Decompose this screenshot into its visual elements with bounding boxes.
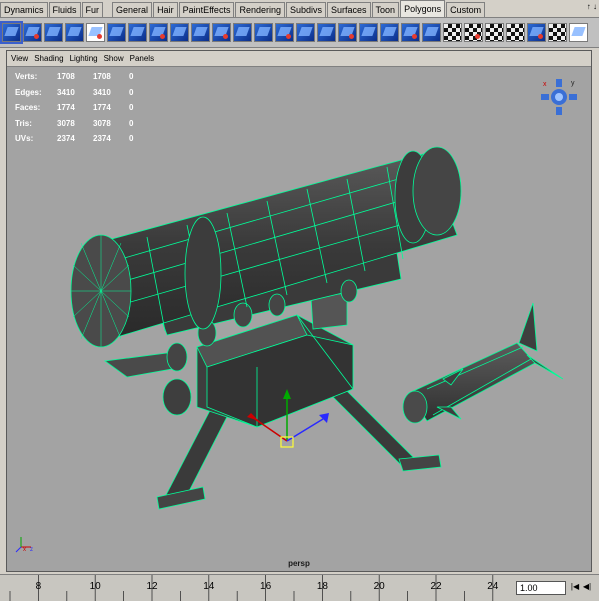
icon-glyph [193,27,208,36]
launch-tube [70,146,462,348]
svg-text:x: x [543,81,547,88]
panel-menu-lighting[interactable]: Lighting [70,54,98,63]
shelf-tab-surfaces[interactable]: Surfaces [327,2,371,17]
time-tick-label: 16 [260,581,272,592]
combine-icon[interactable] [296,23,315,42]
icon-accent [223,34,228,39]
panel-menu-view[interactable]: View [11,54,28,63]
shelf-tab-toon[interactable]: Toon [371,2,400,17]
current-frame-field[interactable]: 1.00 [516,581,566,595]
svg-text:z: z [30,547,33,553]
icon-glyph [298,27,313,36]
split-icon[interactable] [149,23,168,42]
separate-icon[interactable] [317,23,336,42]
uv-editor-icon[interactable] [506,23,525,42]
time-tick-label: 24 [487,581,499,592]
shelf-tab-painteffects[interactable]: PaintEffects [178,2,235,17]
uv-auto-icon[interactable] [485,23,504,42]
poke-icon[interactable] [380,23,399,42]
time-slider[interactable]: 8 10 12 14 16 18 20 22 24 1.00 |◀ ◀| [0,574,599,601]
icon-glyph [256,27,271,36]
panel-menu-bar: View Shading Lighting Show Panels [7,51,591,67]
icon-accent [349,34,354,39]
icon-accent [97,34,102,39]
wedge-icon[interactable] [359,23,378,42]
icon-accent [34,34,39,39]
time-tick-label: 20 [373,581,385,592]
step-back-icon[interactable]: ◀| [582,581,592,593]
time-tick-label: 22 [430,581,442,592]
icon-glyph [319,27,334,36]
shelf-tab-subdivs[interactable]: Subdivs [285,2,327,17]
shelf-tab-fluids[interactable]: Fluids [48,2,81,17]
cut-icon[interactable] [254,23,273,42]
shelf-tab-hair[interactable]: Hair [153,2,178,17]
svg-text:y: y [571,80,575,87]
normals-icon[interactable] [401,23,420,42]
scene-viewport[interactable]: x y x z [7,67,591,557]
panel-menu-shading[interactable]: Shading [34,54,63,63]
icon-glyph [361,27,376,36]
merge-icon[interactable] [212,23,231,42]
icon-glyph [46,27,61,36]
viewport-panel[interactable]: View Shading Lighting Show Panels Verts: 1708… [6,50,592,572]
icon-glyph [424,27,439,36]
icon-glyph [130,27,145,36]
checker-icon[interactable] [527,23,546,42]
shelf-tab-custom[interactable]: Custom [446,2,486,17]
append-icon[interactable] [191,23,210,42]
shelf-tab-polygons[interactable]: Polygons [400,0,446,17]
icon-accent [160,34,165,39]
icon-glyph [172,27,187,36]
shelf-tab-general[interactable]: General [112,2,153,17]
view-cube-icon[interactable]: x y [541,79,577,115]
icon-accent [475,34,480,39]
svg-text:x: x [23,547,26,553]
layout-uv-icon[interactable] [548,23,567,42]
time-tick-label: 14 [203,581,215,592]
time-tick-label: 8 [35,581,42,592]
mirror-icon[interactable] [338,23,357,42]
icon-glyph [109,27,124,36]
torus-icon[interactable] [107,23,126,42]
bridge-icon[interactable] [275,23,294,42]
icon-glyph [382,27,397,36]
panel-menu-panels[interactable]: Panels [130,54,154,63]
missile-mesh [402,302,564,424]
shelf-tab-bar: Dynamics Fluids Fur General Hair PaintEffects… [0,0,599,18]
plane-icon[interactable] [86,23,105,42]
axis-indicator-icon: x z [15,537,33,553]
icon-glyph [235,27,250,36]
uv-planar-icon[interactable] [422,23,441,42]
icon-accent [538,34,543,39]
time-tick-label: 10 [89,581,101,592]
shelf-tab-fur[interactable]: Fur [81,2,104,17]
panel-menu-show[interactable]: Show [104,54,124,63]
shelf-tab-scroll-icon[interactable]: ↑ ↓ [587,2,597,11]
bevel-icon[interactable] [170,23,189,42]
shelf-tab-dynamics[interactable]: Dynamics [0,2,48,17]
icon-glyph [4,27,19,36]
icon-glyph [67,27,82,36]
smooth-icon[interactable] [233,23,252,42]
shelf-tab-rendering[interactable]: Rendering [235,2,285,17]
sphere-icon[interactable] [0,21,23,44]
icon-glyph [571,27,586,36]
go-to-start-icon[interactable]: |◀ [570,581,580,593]
cylinder-icon[interactable] [44,23,63,42]
uv-cylindrical-icon[interactable] [443,23,462,42]
cube-icon[interactable] [23,23,42,42]
time-tick-label: 18 [316,581,328,592]
cone-icon[interactable] [65,23,84,42]
icon-accent [412,34,417,39]
extrude-icon[interactable] [128,23,147,42]
unfold-icon[interactable] [569,23,588,42]
time-tick-label: 12 [146,581,158,592]
shelf-toolbar [0,18,599,48]
camera-name-label: persp [288,559,310,568]
icon-accent [286,34,291,39]
uv-spherical-icon[interactable] [464,23,483,42]
